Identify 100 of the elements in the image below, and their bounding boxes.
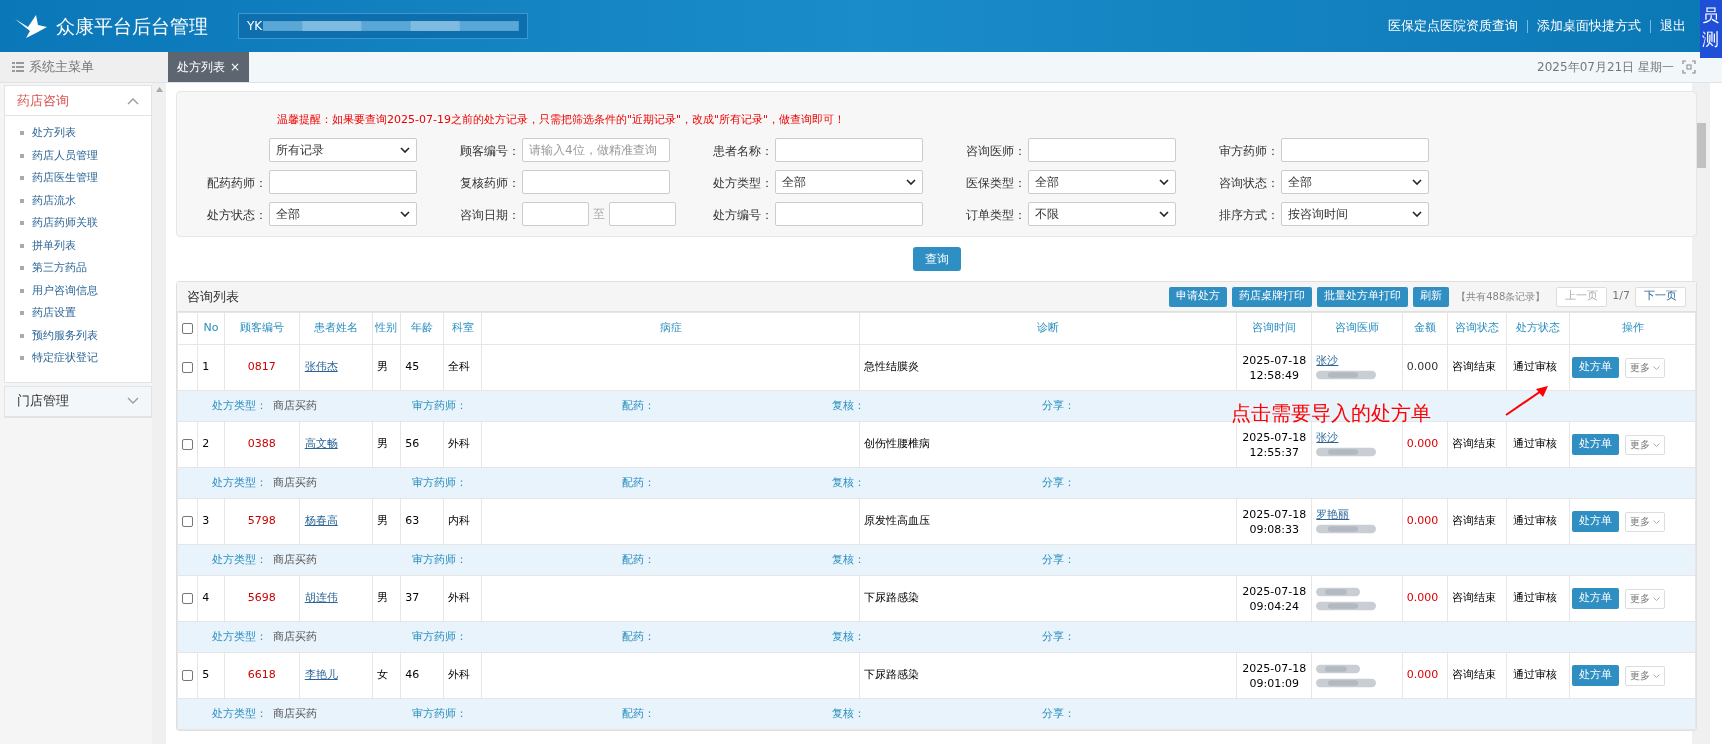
table-cell: 男 <box>376 437 388 451</box>
patient-name-link[interactable]: 胡连伟 <box>304 591 338 605</box>
detail-label: 配药： <box>622 705 655 722</box>
input-field[interactable] <box>269 170 417 194</box>
next-page-button[interactable]: 下一页 <box>1635 286 1686 307</box>
table-cell: 通过审核 <box>1513 437 1558 451</box>
dropdown-select[interactable]: 按咨询时间 <box>1281 202 1429 226</box>
prescription-button[interactable]: 处方单 <box>1572 434 1620 455</box>
date-field[interactable] <box>522 202 589 226</box>
action-button[interactable]: 批量处方单打印 <box>1317 286 1409 307</box>
chevron-down-icon <box>127 397 139 405</box>
close-icon[interactable]: × <box>230 58 241 76</box>
doctor-name-link[interactable]: 张沙 <box>1316 431 1339 444</box>
prescription-button[interactable]: 处方单 <box>1572 588 1620 609</box>
row-checkbox[interactable] <box>182 670 194 681</box>
column-header: No <box>203 321 219 335</box>
action-button[interactable]: 刷新 <box>1413 286 1450 307</box>
patient-name-link[interactable]: 杨春高 <box>304 514 338 528</box>
dropdown-select[interactable]: 全部 <box>775 170 923 194</box>
search-button[interactable]: 查询 <box>912 247 961 271</box>
detail-label: 分享： <box>1042 705 1075 722</box>
menu-item[interactable]: 处方列表 <box>32 125 76 142</box>
menu-item[interactable]: 药店人员管理 <box>32 147 98 164</box>
detail-label: 分享： <box>1042 628 1075 645</box>
menu-item[interactable]: 第三方药品 <box>32 260 87 277</box>
input-field[interactable] <box>775 138 923 162</box>
more-dropdown[interactable]: 更多 <box>1625 511 1666 532</box>
prescription-button[interactable]: 处方单 <box>1572 511 1620 532</box>
more-dropdown[interactable]: 更多 <box>1625 357 1666 378</box>
table-cell: 3 <box>202 514 210 528</box>
patient-name-link[interactable]: 张伟杰 <box>304 360 338 374</box>
menu-item[interactable]: 药店设置 <box>32 305 76 322</box>
detail-label: 分享： <box>1042 551 1075 568</box>
prescription-button[interactable]: 处方单 <box>1572 357 1620 378</box>
detail-label: 配药： <box>622 474 655 491</box>
row-checkbox[interactable] <box>182 362 194 373</box>
fullscreen-icon[interactable] <box>1682 60 1696 74</box>
column-header: 咨询状态 <box>1455 321 1500 335</box>
menu-item[interactable]: 拼单列表 <box>32 237 76 254</box>
table-cell-text: 2025-07-18 <box>1241 660 1308 676</box>
input-field[interactable] <box>522 170 670 194</box>
dropdown-caret-icon <box>1653 519 1661 524</box>
row-checkbox[interactable] <box>182 439 194 450</box>
customer-code: 5698 <box>247 591 276 605</box>
input-field[interactable] <box>775 202 923 226</box>
menu-item[interactable]: 药店医生管理 <box>32 170 98 187</box>
dropdown-select[interactable]: 所有记录 <box>269 138 417 162</box>
doctor-name-link[interactable]: 张沙 <box>1316 354 1339 367</box>
customer-code: 0388 <box>247 437 276 451</box>
select-all-checkbox[interactable] <box>182 323 194 334</box>
amount: 0.000 <box>1406 360 1439 374</box>
row-checkbox[interactable] <box>182 516 194 527</box>
detail-label: 配药： <box>622 628 655 645</box>
prescription-button[interactable]: 处方单 <box>1572 665 1620 686</box>
bullet-icon <box>20 131 24 136</box>
header-link[interactable]: 退出 <box>1660 16 1686 36</box>
dropdown-select[interactable]: 不限 <box>1028 202 1176 226</box>
table-cell-text: 09:08:33 <box>1248 521 1300 537</box>
menu-item[interactable]: 药店流水 <box>32 192 76 209</box>
action-button[interactable]: 药店桌牌打印 <box>1232 286 1313 307</box>
amount: 0.000 <box>1406 668 1439 682</box>
dropdown-select[interactable]: 全部 <box>269 202 417 226</box>
annotation-arrow <box>1504 383 1550 417</box>
field-label: 复核药师： <box>460 176 520 190</box>
action-button[interactable]: 申请处方 <box>1169 286 1228 307</box>
input-field[interactable] <box>1028 138 1176 162</box>
menu-item[interactable]: 药店药师关联 <box>32 215 98 232</box>
list-title: 咨询列表 <box>187 287 239 306</box>
record-count: 【共有488条记录】 <box>1456 290 1546 304</box>
date-field[interactable] <box>609 202 676 226</box>
customer-code: 5798 <box>247 514 276 528</box>
menu-item[interactable]: 特定症状登记 <box>32 350 98 367</box>
detail-value: 商店买药 <box>273 474 317 491</box>
more-dropdown[interactable]: 更多 <box>1625 434 1666 455</box>
header-link[interactable]: 添加桌面快捷方式 <box>1537 16 1641 36</box>
table-cell: 通过审核 <box>1513 514 1558 528</box>
patient-name-link[interactable]: 李艳儿 <box>304 668 338 682</box>
more-dropdown[interactable]: 更多 <box>1625 588 1666 609</box>
warning-text: 温馨提醒：如果要查询2025-07-19之前的处方记录，只需把筛选条件的"近期记录"，改成"所有记录"，做查询即可！ <box>277 113 846 126</box>
row-checkbox[interactable] <box>182 593 194 604</box>
header-link[interactable]: 医保定点医院资质查询 <box>1388 16 1518 36</box>
dropdown-select[interactable]: 全部 <box>1281 170 1429 194</box>
menu-item[interactable]: 用户咨询信息 <box>32 282 98 299</box>
input-field[interactable] <box>1281 138 1429 162</box>
menu-group-header[interactable]: 门店管理 <box>5 386 151 417</box>
menu-item[interactable]: 预约服务列表 <box>32 327 98 344</box>
patient-name-link[interactable]: 高文畅 <box>304 437 338 451</box>
dropdown-caret-icon <box>1159 211 1169 217</box>
dropdown-caret-icon <box>1653 365 1661 370</box>
column-header: 咨询医师 <box>1335 321 1379 335</box>
tab[interactable]: 处方列表 × <box>168 52 250 82</box>
table-cell: 1 <box>202 360 210 374</box>
dropdown-select[interactable]: 全部 <box>1028 170 1176 194</box>
scroll-up-arrow-icon[interactable] <box>155 87 163 92</box>
more-dropdown[interactable]: 更多 <box>1625 665 1666 686</box>
detail-label: 复核： <box>832 705 865 722</box>
doctor-name-link[interactable]: 罗艳丽 <box>1316 508 1350 521</box>
detail-label: 复核： <box>832 628 865 645</box>
table-cell-text: 09:04:24 <box>1248 598 1300 614</box>
chevron-up-icon <box>127 96 139 105</box>
